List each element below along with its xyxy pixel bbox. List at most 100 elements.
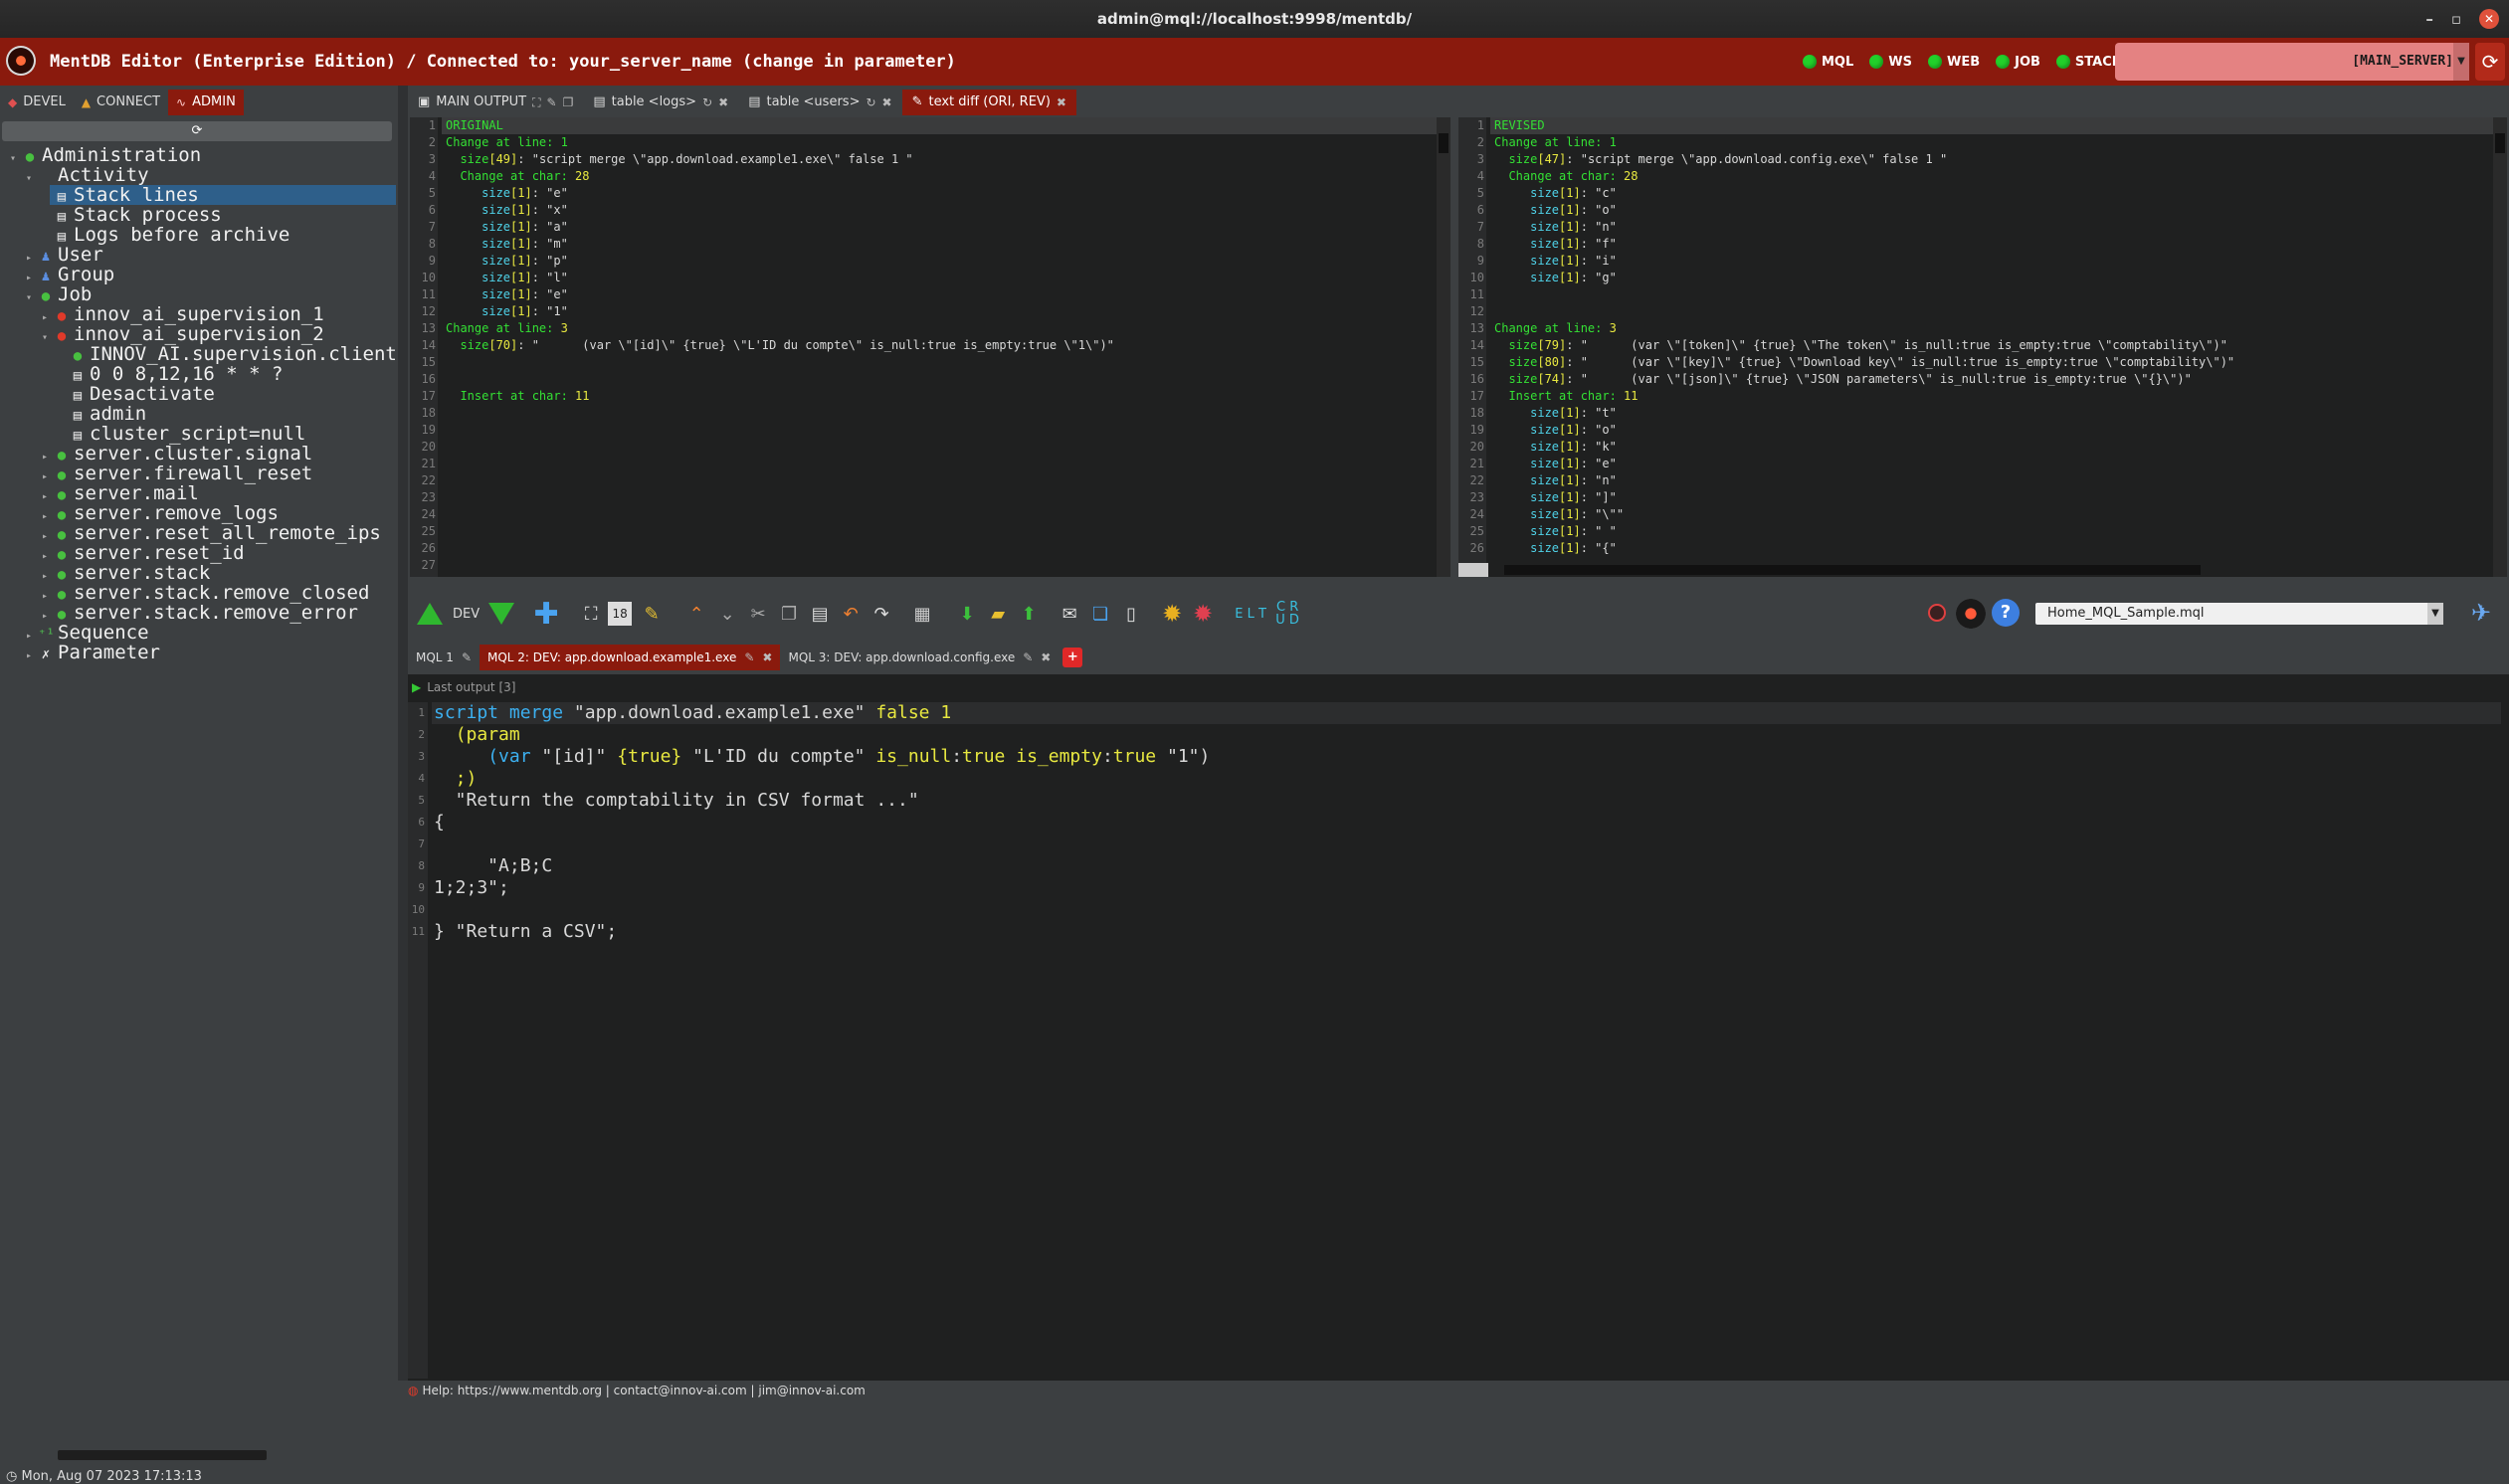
horizontal-scrollbar[interactable] [1504,565,2201,575]
close-icon[interactable]: ✖ [762,645,772,670]
tree-item[interactable]: ▤ Stack lines [0,185,396,205]
diff-revised-code[interactable]: REVISED Change at line: 1 size[47]: "scri… [1490,117,2493,577]
close-icon[interactable]: ✕ [2479,9,2499,29]
new-tab-button[interactable]: + [1062,648,1083,667]
record-icon[interactable] [1928,604,1946,622]
tab-devel[interactable]: ◆ DEVEL [0,90,74,115]
tree-item[interactable]: ▤ admin [0,404,396,424]
tree-item[interactable]: ▤ cluster_script=null [0,424,396,444]
tree-item[interactable]: ▸ ● server.firewall_reset [0,464,396,483]
move-down-button[interactable]: ⌄ [713,600,741,628]
pin-icon[interactable]: ✎ [744,645,754,670]
upload-button[interactable]: ⬆ [1015,600,1043,628]
diff-original-code[interactable]: ORIGINAL Change at line: 1 size[49]: "scr… [442,117,1437,577]
code-line[interactable]: 1;2;3"; [432,877,2501,899]
vertical-scrollbar[interactable] [1437,117,1450,577]
code-line[interactable]: "A;B;C [432,855,2501,877]
tree-item[interactable]: ▤ 0 0 8,12,16 * * ? [0,364,396,384]
copy-icon[interactable]: ❐ [563,90,574,115]
tree-item[interactable]: ▸ ● server.stack.remove_closed [0,583,396,603]
tree-item[interactable]: ▸ ● server.reset_id [0,543,396,563]
tab-table-users[interactable]: ▤ table <users> ↻ ✖ [738,90,902,115]
code-line[interactable]: (var "[id]" {true} "L'ID du compte" is_n… [432,746,2501,768]
etl-button[interactable]: E L T [1234,600,1267,628]
add-button[interactable]: ✚ [532,597,560,632]
tree-item[interactable]: ▾ ● Administration [0,145,396,165]
tree-item[interactable]: ▾ ● Job [0,284,396,304]
minimize-icon[interactable]: – [2425,0,2433,38]
pin-icon[interactable]: ✎ [462,645,472,670]
tree-item[interactable]: ▸ ● innov_ai_supervision_1 [0,304,396,324]
windows-button[interactable]: ❏ [1086,600,1114,628]
tree-item[interactable]: ▸ ⁺¹ Sequence [0,623,396,643]
tree-item[interactable]: ▸ ✗ Parameter [0,643,396,662]
close-icon[interactable]: ✖ [1041,645,1051,670]
expand-right-icon[interactable]: ▸ [26,647,38,666]
cut-button[interactable]: ✂ [744,600,772,628]
close-icon[interactable]: ✖ [718,90,728,115]
diff-revised-pane[interactable]: 1 2 3 4 5 6 7 8 9 10 11 12 13 14 15 16 17 18 19 20 21 22 23 24 2… [1458,117,2507,577]
editor-code[interactable]: script merge "app.download.example1.exe"… [432,702,2501,1379]
fullscreen-button[interactable]: ⛶ [577,600,605,628]
pin-icon[interactable]: ✎ [1023,645,1033,670]
move-up-button[interactable]: ⌃ [682,600,710,628]
last-output-link[interactable]: ▶ Last output [3] [408,678,515,696]
env-down-button[interactable] [487,600,515,628]
tree-item[interactable]: ▸ ● server.remove_logs [0,503,396,523]
help-icon[interactable]: ? [1992,599,2020,627]
tab-mql-1[interactable]: MQL 1 ✎ [408,645,480,670]
chevron-down-icon[interactable]: ▼ [2453,43,2469,81]
settings-button[interactable]: ✹ [1158,600,1186,628]
tree-item[interactable]: ▸ ♟ User [0,245,396,265]
chevron-down-icon[interactable]: ▼ [2427,603,2443,625]
code-line[interactable]: { [432,812,2501,834]
mql-editor[interactable]: ▶ Last output [3] 1 2 3 4 5 6 7 8 9 10 11 script me… [408,674,2509,1381]
mentdb-run-icon[interactable] [1956,599,1986,629]
tree-item[interactable]: ▾ Activity [0,165,396,185]
crud-button[interactable]: C R U D [1270,600,1304,628]
maximize-icon[interactable]: ▫ [2451,0,2461,38]
tab-main-output[interactable]: ▣ MAIN OUTPUT ⛶ ✎ ❐ [408,90,584,115]
tree-item[interactable]: ▸ ● server.mail [0,483,396,503]
document-button[interactable]: ▦ [908,600,936,628]
tab-table-logs[interactable]: ▤ table <logs> ↻ ✖ [583,90,739,115]
tree-item[interactable]: ▸ ● server.stack [0,563,396,583]
clean-button[interactable]: ✎ [638,600,666,628]
reconnect-button[interactable]: ⟳ [2475,43,2505,81]
tree-item[interactable]: ▤ Logs before archive [0,225,396,245]
paste-button[interactable]: ▤ [806,600,834,628]
panel-splitter[interactable] [398,86,408,1381]
tree-item[interactable]: ● INNOV_AI.supervision.client. [0,344,409,364]
code-line[interactable]: } "Return a CSV"; [432,921,2501,943]
tree-item[interactable]: ▸ ♟ Group [0,265,396,284]
clear-icon[interactable]: ✎ [547,90,557,115]
tree-item[interactable]: ▾ ● innov_ai_supervision_2 [0,324,396,344]
tab-text-diff[interactable]: ✎ text diff (ORI, REV) ✖ [901,90,1076,115]
server-select[interactable]: [MAIN_SERVER] [2115,43,2463,81]
code-line[interactable] [432,834,2501,855]
tree-item[interactable]: ▸ ● server.reset_all_remote_ips [0,523,396,543]
code-line[interactable]: "Return the comptability in CSV format .… [432,790,2501,812]
diff-original-pane[interactable]: 1 2 3 4 5 6 7 8 9 10 11 12 13 14 15 16 17 18 19 20 21 22 23 24 2… [410,117,1450,577]
open-folder-button[interactable]: ▰ [984,600,1012,628]
reload-icon[interactable]: ↻ [866,90,875,115]
file-select[interactable]: Home_MQL_Sample.mql ▼ [2035,603,2443,625]
page-button[interactable]: ▯ [1117,600,1145,628]
tab-mql-3[interactable]: MQL 3: DEV: app.download.config.exe ✎ ✖ [780,645,1060,670]
download-button[interactable]: ⬇ [953,600,981,628]
vertical-scrollbar[interactable] [2493,117,2507,577]
reload-icon[interactable]: ↻ [702,90,712,115]
env-up-button[interactable] [416,600,444,628]
undo-button[interactable]: ↶ [837,600,865,628]
rocket-icon[interactable]: ✈ [2467,599,2495,627]
config-button[interactable]: ✹ [1189,600,1217,628]
copy-button[interactable]: ❐ [775,600,803,628]
tab-admin[interactable]: ∿ ADMIN [168,90,244,115]
code-line[interactable]: script merge "app.download.example1.exe"… [432,702,2501,724]
code-line[interactable] [432,899,2501,921]
code-line[interactable]: ;) [432,768,2501,790]
font-size-field[interactable]: 18 [608,602,633,626]
close-icon[interactable]: ✖ [882,90,892,115]
code-line[interactable]: (param [432,724,2501,746]
mail-button[interactable]: ✉ [1056,600,1083,628]
